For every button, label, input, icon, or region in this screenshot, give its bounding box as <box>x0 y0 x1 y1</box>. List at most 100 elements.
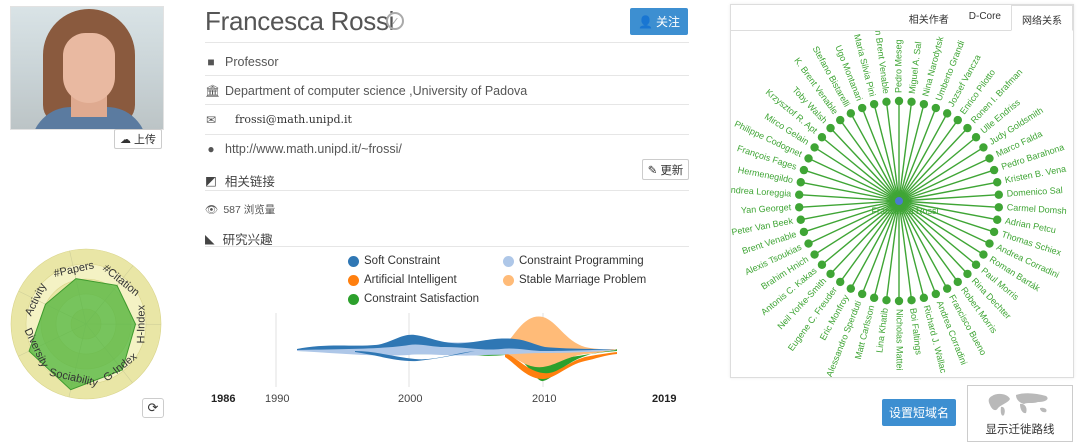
author-node[interactable] <box>942 109 952 118</box>
author-node[interactable] <box>979 143 988 152</box>
end-year-label: 2019 <box>652 393 676 405</box>
author-node[interactable] <box>804 239 813 248</box>
author-node[interactable] <box>931 103 941 113</box>
refresh-button[interactable]: ⟳ <box>142 398 164 418</box>
author-node[interactable] <box>931 289 941 299</box>
homepage-link[interactable]: http://www.math.unipd.it/~frossi/ <box>225 142 402 156</box>
author-node-label[interactable]: Nicholas Mattei <box>895 309 905 371</box>
author-node-label[interactable]: Lina Khatib <box>874 307 890 353</box>
author-node[interactable] <box>971 260 981 269</box>
upload-label: 上传 <box>134 134 156 146</box>
add-user-icon: 👤 <box>638 14 653 29</box>
author-node[interactable] <box>907 97 916 106</box>
author-node[interactable] <box>794 190 804 199</box>
briefcase-icon: ■ <box>207 55 215 69</box>
author-node[interactable] <box>810 250 819 259</box>
position-row: ■ Professor <box>205 55 279 69</box>
refresh-icon: ⟳ <box>147 400 159 415</box>
legend-item[interactable]: Constraint Satisfaction <box>348 293 479 305</box>
author-node[interactable] <box>942 284 952 293</box>
author-node[interactable] <box>796 178 805 187</box>
author-node[interactable] <box>994 203 1004 212</box>
author-node[interactable] <box>882 296 891 305</box>
author-node[interactable] <box>826 123 835 133</box>
legend-item[interactable]: Constraint Programming <box>503 255 644 267</box>
author-node[interactable] <box>894 296 904 306</box>
author-node[interactable] <box>826 269 835 279</box>
affiliation-row: 🏛 Department of computer science ,Univer… <box>205 84 527 98</box>
author-node[interactable] <box>971 133 981 142</box>
author-node[interactable] <box>799 227 809 237</box>
author-node[interactable] <box>919 99 929 109</box>
author-node[interactable] <box>953 115 962 125</box>
legend-item[interactable]: Stable Marriage Problem <box>503 274 646 286</box>
author-node[interactable] <box>994 190 1004 199</box>
center-node[interactable] <box>895 197 903 205</box>
affiliation-text: Department of computer science ,Universi… <box>225 84 528 98</box>
author-node[interactable] <box>989 227 999 237</box>
author-node[interactable] <box>993 178 1002 187</box>
author-node[interactable] <box>810 143 819 152</box>
divider <box>205 75 689 76</box>
external-link-icon: ◩ <box>205 174 217 188</box>
author-node[interactable] <box>953 277 962 287</box>
author-node[interactable] <box>846 109 856 118</box>
tab-related-authors[interactable]: 相关作者 <box>899 5 959 29</box>
author-node[interactable] <box>869 99 879 109</box>
author-node[interactable] <box>979 250 988 259</box>
author-node-label[interactable]: Miguel A. Sal <box>907 41 924 94</box>
legend-item[interactable]: Soft Constraint <box>348 255 440 267</box>
author-node-label[interactable]: Yan Georget <box>741 202 792 215</box>
author-node[interactable] <box>796 215 805 224</box>
author-node[interactable] <box>963 269 972 279</box>
author-node-label[interactable]: Boi Faltings <box>908 307 924 355</box>
author-node-label[interactable]: Carmel Domsh <box>1007 202 1068 216</box>
globe-icon: ● <box>207 142 215 156</box>
network-edge <box>898 103 925 202</box>
legend-dot <box>348 255 359 267</box>
update-button[interactable]: ✎ 更新 <box>642 159 689 180</box>
author-node[interactable] <box>804 154 813 163</box>
author-node[interactable] <box>857 289 867 299</box>
author-node[interactable] <box>794 203 804 212</box>
author-node[interactable] <box>919 293 929 303</box>
author-node-label[interactable]: Pedro Meseg <box>893 39 903 93</box>
follow-button[interactable]: 👤 关注 <box>630 8 688 35</box>
author-node[interactable] <box>817 133 827 142</box>
position-text: Professor <box>225 55 279 69</box>
author-node[interactable] <box>985 154 994 163</box>
author-node[interactable] <box>817 260 827 269</box>
network-edge <box>873 103 900 202</box>
author-node[interactable] <box>963 123 972 133</box>
view-count-text: 587 浏览量 <box>223 204 276 216</box>
follow-label: 关注 <box>655 15 680 29</box>
set-short-url-button[interactable]: 设置短域名 <box>882 399 956 426</box>
legend-dot <box>503 274 514 286</box>
migration-route-button[interactable]: 显示迁徙路线 <box>967 385 1073 442</box>
author-node[interactable] <box>869 293 879 303</box>
author-node[interactable] <box>993 215 1002 224</box>
links-title: 相关链接 <box>224 175 275 189</box>
envelope-icon: ✉ <box>205 112 217 127</box>
tab-network[interactable]: 网络关系 <box>1011 5 1073 31</box>
author-node[interactable] <box>894 96 904 106</box>
legend-item[interactable]: Artificial Intelligent <box>348 274 457 286</box>
author-node[interactable] <box>799 165 809 175</box>
author-node[interactable] <box>907 296 916 305</box>
divider <box>205 134 689 135</box>
divider <box>205 246 689 247</box>
author-node[interactable] <box>985 239 994 248</box>
author-node[interactable] <box>882 97 891 106</box>
edit-icon: ✎ <box>647 164 658 177</box>
author-node[interactable] <box>836 115 845 125</box>
author-node[interactable] <box>857 103 867 113</box>
author-node[interactable] <box>846 284 856 293</box>
author-node[interactable] <box>836 277 845 287</box>
upload-button[interactable]: ☁ 上传 <box>114 129 162 149</box>
center-node-label: Francesca Rossi <box>871 206 938 216</box>
author-node-label[interactable]: Andrea Loreggia <box>731 184 792 198</box>
tab-dcore[interactable]: D-Core <box>959 5 1011 29</box>
author-node-label[interactable]: Domenico Sal <box>1006 185 1063 198</box>
author-node[interactable] <box>989 165 999 175</box>
verified-check-icon: ✓ <box>386 12 404 30</box>
